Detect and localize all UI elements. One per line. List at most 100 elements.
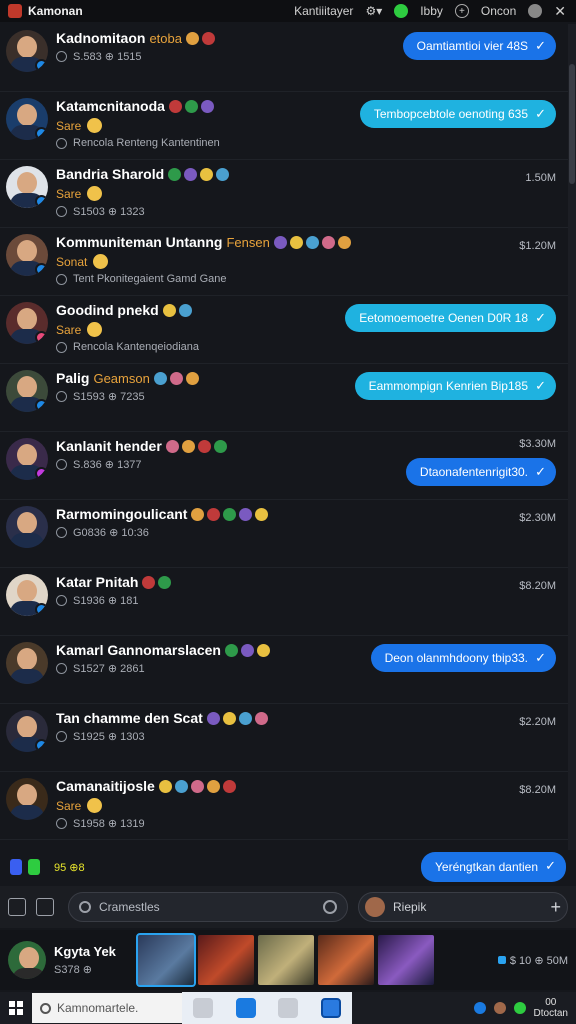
chat-list: Kadnomitaon etoba S.583 ⊕ 1515 Oamtiamtioi …: [0, 24, 568, 850]
chat-row[interactable]: Goodind pnekd Sare Rencola Kantenqeiodiana…: [0, 296, 568, 364]
contact-avatar[interactable]: [6, 98, 48, 140]
menu-label[interactable]: Kantiiitayer: [294, 4, 353, 18]
emoji-icon: [165, 439, 179, 453]
contact-avatar[interactable]: [6, 30, 48, 72]
emoji-icon: [222, 711, 236, 725]
tray-status-icon[interactable]: [513, 1002, 526, 1014]
thumbnail[interactable]: [198, 935, 254, 985]
emoji-badges: [224, 643, 270, 657]
emoji-icon: [213, 439, 227, 453]
green-app-icon[interactable]: [28, 859, 40, 875]
search-input[interactable]: Cramestles: [68, 892, 348, 922]
emoji-icon[interactable]: [323, 900, 337, 914]
message-bubble[interactable]: Deon olanmhdoony tbip33. ✓: [370, 644, 556, 672]
attach-icon[interactable]: [36, 898, 54, 916]
scrollbar-thumb[interactable]: [569, 64, 575, 184]
contact-avatar[interactable]: [6, 574, 48, 616]
meta-line: S1503 ⊕ 1323: [56, 205, 562, 218]
contact-avatar[interactable]: [6, 642, 48, 684]
emoji-badges: [142, 575, 172, 589]
system-tray: 00 Dtoctan: [473, 997, 576, 1019]
other-label[interactable]: Oncon: [481, 4, 516, 18]
blue-app-icon[interactable]: [10, 859, 22, 875]
chat-row[interactable]: Katamcnitanoda Sare Rencola Renteng Kanten…: [0, 92, 568, 160]
emoji-icon: [216, 167, 230, 181]
online-badge-icon: [35, 331, 48, 344]
taskbar-app-icon[interactable]: [235, 998, 256, 1018]
message-bubble[interactable]: Oamtiamtioi vier 48S ✓: [402, 32, 556, 60]
message-bubble[interactable]: Dtaonafentenrigit30. ✓: [405, 458, 556, 486]
profile-bar: Kgyta Yek S378 ⊕ $ 10 ⊕ 50M: [0, 930, 576, 990]
chat-row[interactable]: Katar Pnitah S1936 ⊕ 181 $8.20M: [0, 568, 568, 636]
status-label: Sare: [56, 186, 82, 201]
meta-text: S1593 ⊕ 7235: [73, 391, 145, 403]
chat-row[interactable]: Kanlanit hender S.836 ⊕ 1377 $3.30M Dtaonaf…: [0, 432, 568, 500]
contact-info: Bandria Sharold Sare S1503 ⊕ 1323: [56, 166, 562, 218]
contact-avatar[interactable]: [6, 370, 48, 412]
message-text: Yeréngtkan dantien: [435, 860, 538, 874]
account-icon[interactable]: [528, 4, 543, 18]
meta-line: Tent Pkonitegaient Gamd Gane: [56, 273, 562, 285]
emoji-icon: [162, 303, 176, 317]
user-label[interactable]: Ibby: [420, 4, 443, 18]
settings-dropdown-icon[interactable]: ⚙▾: [365, 4, 382, 18]
clock[interactable]: 00 Dtoctan: [534, 997, 568, 1019]
meta-text: S1527 ⊕ 2861: [73, 663, 145, 675]
thumbnail[interactable]: [258, 935, 314, 985]
contact-avatar[interactable]: [6, 302, 48, 344]
chat-row[interactable]: Rarmomingoulicant G0836 ⊕ 10:36 $2.30M: [0, 500, 568, 568]
contact-avatar[interactable]: [6, 506, 48, 548]
contact-avatar[interactable]: [6, 710, 48, 752]
sticker-icon[interactable]: [8, 898, 26, 916]
taskbar: Kamnomartele. 00 Dtoctan: [0, 992, 576, 1024]
contact-avatar[interactable]: [6, 778, 48, 820]
tray-avatar-icon[interactable]: [493, 1002, 506, 1014]
emoji-icon: [337, 235, 351, 249]
add-icon[interactable]: +: [550, 898, 561, 916]
close-icon[interactable]: ✕: [554, 3, 566, 20]
chat-row[interactable]: Kamarl Gannomarslacen S1527 ⊕ 2861 Deon ol…: [0, 636, 568, 704]
emoji-icon: [142, 575, 156, 589]
meta-line: Rencola Renteng Kantentinen: [56, 137, 562, 149]
scrollbar[interactable]: [568, 24, 576, 850]
chat-row[interactable]: Tan chamme den Scat S1925 ⊕ 1303 $2.20M: [0, 704, 568, 772]
taskbar-app-icon[interactable]: [278, 998, 299, 1018]
chat-row[interactable]: Kommuniteman Untanng Fensen Sonat Tent Pkon…: [0, 228, 568, 296]
contact-avatar[interactable]: [6, 166, 48, 208]
check-icon: ✓: [535, 38, 546, 53]
contact-avatar[interactable]: [6, 234, 48, 276]
thumbnail[interactable]: [318, 935, 374, 985]
online-badge-icon: [35, 127, 48, 140]
taskbar-search[interactable]: Kamnomartele.: [32, 993, 182, 1023]
contact-name: Palig: [56, 370, 90, 386]
status-icon: [394, 4, 409, 18]
start-button[interactable]: [0, 992, 32, 1024]
sent-message-bubble[interactable]: Yeréngtkan dantien ✓: [421, 852, 566, 882]
meta-text: S.836 ⊕ 1377: [73, 459, 142, 471]
chat-row[interactable]: Bandria Sharold Sare S1503 ⊕ 1323 1.50M: [0, 160, 568, 228]
emoji-icon: [238, 711, 252, 725]
chat-row[interactable]: Kadnomitaon etoba S.583 ⊕ 1515 Oamtiamtioi …: [0, 24, 568, 92]
chat-row[interactable]: Camanaitijosle Sare S1958 ⊕ 1319 $8.20M: [0, 772, 568, 840]
emoji-icon: [240, 643, 254, 657]
message-bubble[interactable]: Tembopcebtole oenoting 635 ✓: [359, 100, 556, 128]
profile-avatar[interactable]: [8, 941, 46, 979]
smile-icon: [87, 118, 103, 133]
name-line: Kanlanit hender: [56, 438, 562, 454]
status-line: Sonat: [56, 254, 562, 269]
taskbar-app-icon[interactable]: [320, 998, 341, 1018]
contact-avatar[interactable]: [6, 438, 48, 480]
message-bubble[interactable]: Eetomoemoetre Oenen D0R 18 ✓: [345, 304, 556, 332]
chat-row[interactable]: Palig Geamson S1593 ⊕ 7235 Eammompign Kenri…: [0, 364, 568, 432]
add-icon[interactable]: +: [454, 4, 469, 18]
emoji-badges: [186, 31, 215, 45]
message-bubble[interactable]: Eammompign Kenrien Bip185 ✓: [354, 372, 556, 400]
contact-info: Rarmomingoulicant G0836 ⊕ 10:36: [56, 506, 562, 539]
thumbnail[interactable]: [136, 933, 196, 987]
thumbnail[interactable]: [378, 935, 434, 985]
app-icon: [8, 4, 22, 18]
tray-icon[interactable]: [473, 1002, 486, 1014]
taskbar-app-icon[interactable]: [193, 998, 214, 1018]
search-icon: [40, 1002, 51, 1014]
reply-input[interactable]: Riepik +: [358, 892, 568, 922]
